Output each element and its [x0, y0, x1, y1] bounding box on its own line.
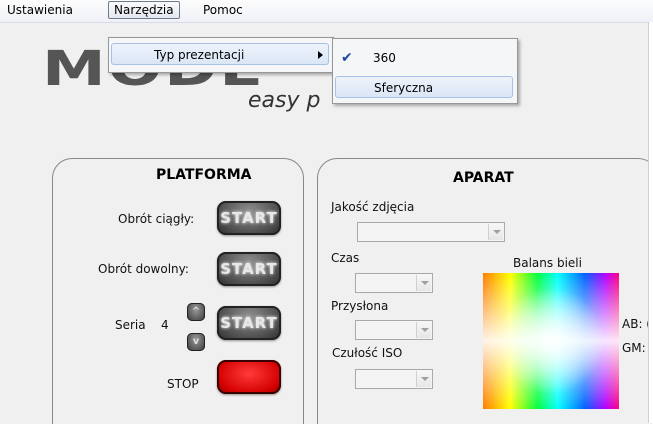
stop-button[interactable]	[217, 360, 281, 394]
window-edge	[648, 22, 653, 423]
seria-value: 4	[161, 318, 169, 332]
menu-pomoc[interactable]: Pomoc	[198, 2, 248, 19]
tools-menu: Typ prezentacji	[108, 37, 334, 73]
checkmark-icon: ✔	[341, 50, 353, 66]
menu-ustawienia[interactable]: Ustawienia	[2, 2, 78, 19]
platforma-title: PLATFORMA	[156, 167, 252, 183]
obrot-dowolny-start-button[interactable]: START	[217, 252, 281, 286]
przyslona-label: Przysłona	[331, 299, 389, 313]
menu-item-typ-prezentacji[interactable]: Typ prezentacji	[111, 43, 329, 65]
czas-label: Czas	[331, 251, 360, 265]
submenu-arrow-icon	[318, 51, 323, 59]
submenu-item-sferyczna-label: Sferyczna	[374, 81, 434, 95]
seria-down-button[interactable]: v	[187, 333, 205, 351]
chevron-down-icon	[416, 322, 431, 338]
ab-label: AB: (	[622, 317, 651, 331]
przyslona-select[interactable]	[355, 320, 433, 340]
submenu-item-sferyczna[interactable]: Sferyczna	[335, 76, 513, 98]
menu-bar: Ustawienia Narzędzia Pomoc	[0, 0, 653, 23]
seria-up-button[interactable]: ^	[187, 303, 205, 321]
logo-tagline: easy p	[248, 88, 321, 113]
submenu-item-360-label: 360	[373, 51, 396, 65]
stop-label: STOP	[167, 377, 199, 391]
seria-start-button[interactable]: START	[217, 306, 281, 340]
white-balance-picker[interactable]	[483, 273, 619, 409]
jakosc-label: Jakość zdjęcia	[331, 200, 415, 214]
chevron-down-icon	[416, 371, 431, 387]
czas-select[interactable]	[355, 273, 433, 293]
typ-prezentacji-label: Typ prezentacji	[154, 48, 245, 62]
obrot-ciagly-label: Obrót ciągły:	[118, 212, 195, 226]
typ-prezentacji-submenu: ✔ 360 Sferyczna	[332, 38, 518, 104]
submenu-item-360[interactable]: ✔ 360	[335, 47, 513, 69]
iso-select[interactable]	[355, 369, 433, 389]
iso-label: Czułość ISO	[332, 346, 403, 360]
balans-bieli-label: Balans bieli	[513, 256, 582, 270]
obrot-dowolny-label: Obrót dowolny:	[98, 262, 189, 276]
seria-label: Seria	[115, 318, 146, 332]
menu-narzedzia[interactable]: Narzędzia	[108, 1, 180, 19]
aparat-title: APARAT	[453, 170, 514, 186]
obrot-ciagly-start-button[interactable]: START	[217, 201, 281, 235]
chevron-down-icon	[488, 224, 503, 240]
chevron-down-icon	[416, 275, 431, 291]
jakosc-select[interactable]	[357, 222, 505, 242]
